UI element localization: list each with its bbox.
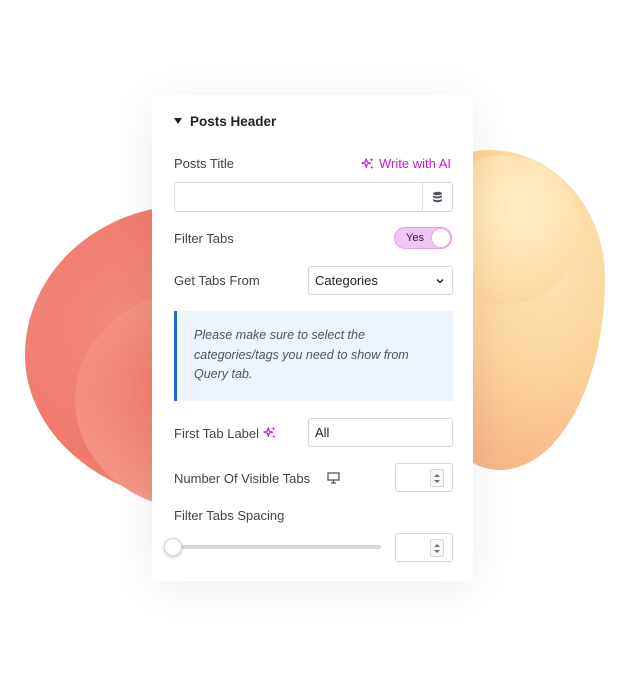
visible-tabs-label: Number Of Visible Tabs xyxy=(174,471,311,486)
section-title: Posts Header xyxy=(190,113,277,129)
select-value: Categories xyxy=(315,273,378,288)
increment-icon xyxy=(434,543,440,547)
number-spinner[interactable] xyxy=(430,469,444,487)
decrement-icon xyxy=(434,479,440,483)
spacing-number-input[interactable] xyxy=(395,533,453,562)
get-tabs-from-select[interactable]: Categories xyxy=(308,266,453,295)
posts-title-label: Posts Title xyxy=(174,156,234,171)
get-tabs-from-label: Get Tabs From xyxy=(174,273,260,288)
first-tab-label-value: All xyxy=(315,425,330,440)
caret-down-icon xyxy=(174,118,182,124)
filter-tabs-toggle[interactable]: Yes xyxy=(394,227,452,249)
chevron-down-icon xyxy=(436,278,444,284)
dynamic-tags-button[interactable] xyxy=(422,183,452,211)
filter-tabs-label: Filter Tabs xyxy=(174,231,234,246)
posts-title-field xyxy=(174,182,453,212)
write-with-ai-button[interactable]: Write with AI xyxy=(361,156,451,171)
increment-icon xyxy=(434,473,440,477)
sparkle-icon[interactable] xyxy=(263,426,277,440)
query-notice: Please make sure to select the categorie… xyxy=(174,311,453,401)
database-icon xyxy=(433,191,442,202)
first-tab-label-label: First Tab Label xyxy=(174,426,260,441)
number-spinner[interactable] xyxy=(430,539,444,557)
decrement-icon xyxy=(434,549,440,553)
desktop-icon[interactable] xyxy=(327,472,340,484)
spacing-slider-track[interactable] xyxy=(174,545,381,549)
toggle-knob xyxy=(432,229,450,247)
first-tab-label-input[interactable]: All xyxy=(308,418,453,447)
toggle-label: Yes xyxy=(406,232,424,244)
posts-title-input[interactable] xyxy=(175,183,422,211)
write-with-ai-label: Write with AI xyxy=(378,156,451,171)
spacing-slider-handle[interactable] xyxy=(164,538,182,556)
spacing-label: Filter Tabs Spacing xyxy=(174,508,285,523)
visible-tabs-number-input[interactable] xyxy=(395,463,453,492)
section-header-posts-header[interactable]: Posts Header xyxy=(174,112,276,130)
sparkle-icon xyxy=(361,157,374,169)
settings-panel: Posts Header Posts Title Write with AI F… xyxy=(152,95,473,581)
notice-text: Please make sure to select the categorie… xyxy=(194,328,409,381)
